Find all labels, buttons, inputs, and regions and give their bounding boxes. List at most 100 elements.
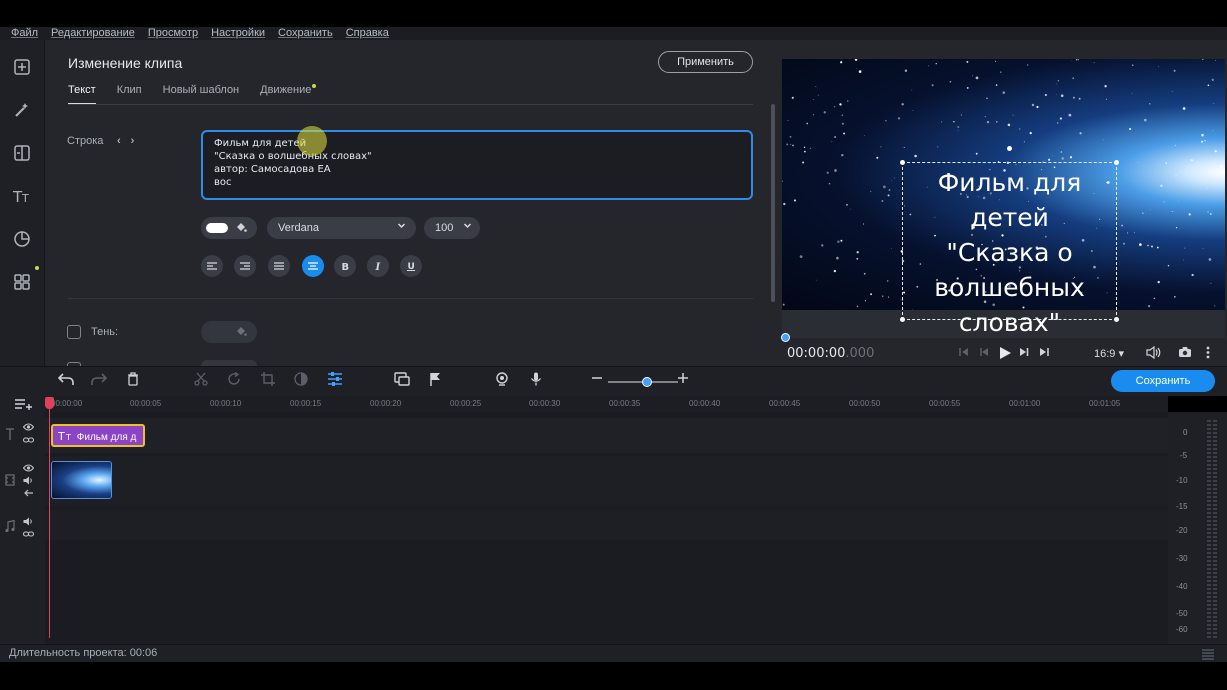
import-icon[interactable] <box>8 53 36 81</box>
title-clip[interactable]: TT Фильм для д <box>51 424 145 447</box>
link-icon[interactable] <box>22 436 35 447</box>
prev-line-chevron-icon[interactable]: ‹ <box>117 135 121 147</box>
tab-motion[interactable]: Движение <box>260 84 317 105</box>
zoom-in-icon[interactable] <box>677 371 689 387</box>
title-text-input[interactable]: Фильм для детей "Сказка о волшебных слов… <box>201 130 753 200</box>
cut-scissors-icon[interactable] <box>194 372 208 389</box>
webcam-icon[interactable] <box>495 372 509 389</box>
tab-clip[interactable]: Клип <box>117 84 142 105</box>
video-track[interactable] <box>45 456 1168 506</box>
zoom-slider-handle[interactable] <box>642 377 652 387</box>
text-track-icon <box>5 428 15 443</box>
clip-properties-icon[interactable] <box>328 372 342 389</box>
playhead[interactable] <box>49 404 50 638</box>
status-bar <box>0 644 1227 662</box>
clip-editor-panel: Изменение клипа Применить Текст Клип Нов… <box>45 40 780 366</box>
text-track[interactable] <box>45 418 1168 453</box>
rotate-icon[interactable] <box>227 371 241 389</box>
ruler-tick: 00:00:40 <box>689 399 721 408</box>
volume-icon[interactable] <box>1146 345 1162 362</box>
redo-icon[interactable] <box>91 372 108 389</box>
panel-title: Изменение клипа <box>68 55 183 71</box>
speaker-icon[interactable] <box>23 517 34 529</box>
align-right-button[interactable] <box>234 255 256 277</box>
magic-wand-icon[interactable] <box>8 96 36 124</box>
rotate-handle[interactable] <box>1007 146 1012 151</box>
skip-forward-icon[interactable] <box>1038 346 1050 361</box>
overlay-icon[interactable] <box>394 372 410 389</box>
menu-edit[interactable]: Редактирование <box>51 27 135 40</box>
timecode-main: 00:00:00 <box>787 346 846 361</box>
eye-visibility-icon[interactable] <box>22 464 35 475</box>
marker-flag-icon[interactable] <box>429 372 441 389</box>
skip-back-icon[interactable] <box>958 346 970 361</box>
ruler-tick: 00:00:45 <box>769 399 801 408</box>
eye-visibility-icon[interactable] <box>22 423 35 434</box>
undo-icon[interactable] <box>57 372 74 389</box>
aspect-ratio-select[interactable]: 16:9 ▾ <box>1094 347 1124 360</box>
resize-grip-icon[interactable] <box>1202 647 1214 663</box>
transitions-icon[interactable] <box>8 139 36 167</box>
titles-icon[interactable]: TT <box>8 182 36 210</box>
tools-sidebar: TT <box>0 40 45 366</box>
next-line-chevron-icon[interactable]: › <box>131 135 135 147</box>
step-back-icon[interactable] <box>978 346 990 361</box>
justify-button[interactable] <box>268 255 290 277</box>
vu-scale-label: -30 <box>1176 554 1188 563</box>
ruler-tick: 00:00:00 <box>51 399 83 408</box>
menu-settings[interactable]: Настройки <box>211 27 265 40</box>
arrow-left-icon[interactable] <box>23 489 34 500</box>
menu-view[interactable]: Просмотр <box>148 27 198 40</box>
more-options-icon[interactable] <box>1206 346 1210 362</box>
video-track-icon <box>5 474 15 489</box>
delete-trash-icon[interactable] <box>127 372 139 389</box>
speaker-icon[interactable] <box>23 476 34 488</box>
video-clip-thumbnail[interactable] <box>51 461 112 499</box>
add-track-icon[interactable] <box>14 397 32 414</box>
vu-scale-label: -60 <box>1176 625 1188 634</box>
microphone-icon[interactable] <box>530 372 542 389</box>
line-navigation: ‹ › <box>117 135 134 147</box>
tab-new-template[interactable]: Новый шаблон <box>163 84 240 105</box>
more-tools-icon[interactable] <box>8 266 39 296</box>
text-color-picker[interactable] <box>201 217 257 239</box>
export-save-button[interactable]: Сохранить <box>1111 370 1215 392</box>
underline-button[interactable]: U <box>400 255 422 277</box>
align-left-icon <box>207 262 217 270</box>
crop-icon[interactable] <box>261 372 275 389</box>
stickers-icon[interactable] <box>8 225 36 253</box>
link-icon[interactable] <box>22 530 35 541</box>
underline-icon: U <box>407 262 415 271</box>
shadow-checkbox[interactable] <box>67 325 81 339</box>
paint-bucket-icon <box>235 221 247 236</box>
snapshot-camera-icon[interactable] <box>1178 346 1192 361</box>
shadow-color-picker[interactable] <box>201 321 257 343</box>
apply-button[interactable]: Применить <box>658 51 753 73</box>
titles-icon: TT <box>57 430 77 443</box>
menu-help[interactable]: Справка <box>346 27 389 40</box>
ruler-tick: 00:00:50 <box>849 399 881 408</box>
color-adjust-icon[interactable] <box>294 372 308 389</box>
editor-scrollbar[interactable] <box>771 104 775 302</box>
vu-scale-label: -5 <box>1180 451 1188 460</box>
step-forward-icon[interactable] <box>1018 346 1030 361</box>
menu-file[interactable]: Файл <box>11 27 38 40</box>
svg-text:T: T <box>58 430 65 441</box>
tab-motion-label: Движение <box>260 84 312 96</box>
tabs-divider <box>68 104 753 105</box>
align-center-button[interactable] <box>302 255 324 277</box>
zoom-out-icon[interactable] <box>591 371 603 387</box>
align-center-icon <box>308 262 318 270</box>
align-left-button[interactable] <box>201 255 223 277</box>
bold-button[interactable]: B <box>334 255 356 277</box>
menu-save[interactable]: Сохранить <box>278 27 333 40</box>
italic-button[interactable]: I <box>367 255 389 277</box>
preview-scrubber[interactable] <box>781 333 790 342</box>
ruler-tick: 00:00:20 <box>370 399 402 408</box>
color-swatch <box>206 223 228 233</box>
font-family-select[interactable]: Verdana <box>267 217 416 239</box>
play-icon[interactable] <box>998 346 1012 363</box>
font-size-select[interactable]: 100 <box>424 217 480 239</box>
tab-text[interactable]: Текст <box>68 84 96 105</box>
audio-track[interactable] <box>45 510 1168 540</box>
